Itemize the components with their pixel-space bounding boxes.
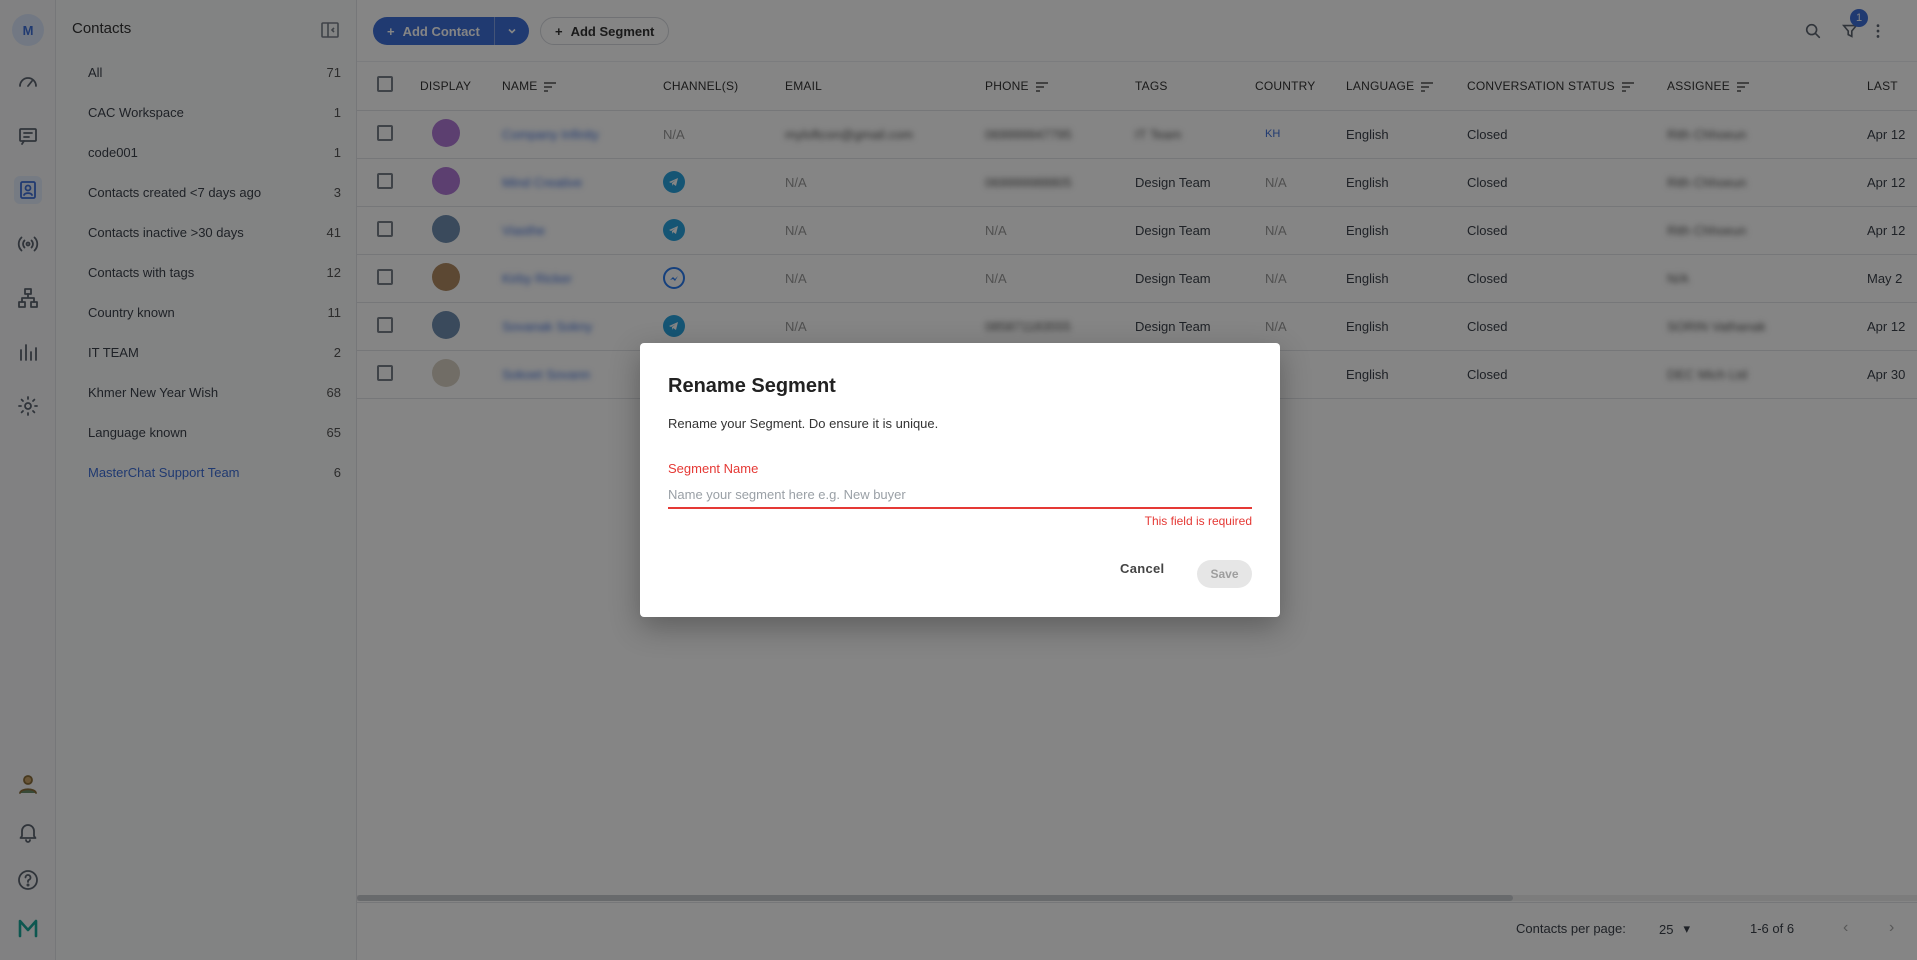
field-error-message: This field is required xyxy=(1144,514,1252,528)
save-button[interactable]: Save xyxy=(1197,560,1252,588)
rename-segment-dialog: Rename Segment Rename your Segment. Do e… xyxy=(640,343,1280,617)
segment-name-label: Segment Name xyxy=(668,461,759,476)
cancel-button[interactable]: Cancel xyxy=(1120,561,1164,576)
dialog-subtitle: Rename your Segment. Do ensure it is uni… xyxy=(668,416,939,431)
segment-name-input[interactable] xyxy=(668,482,1252,509)
dialog-title: Rename Segment xyxy=(668,375,836,397)
